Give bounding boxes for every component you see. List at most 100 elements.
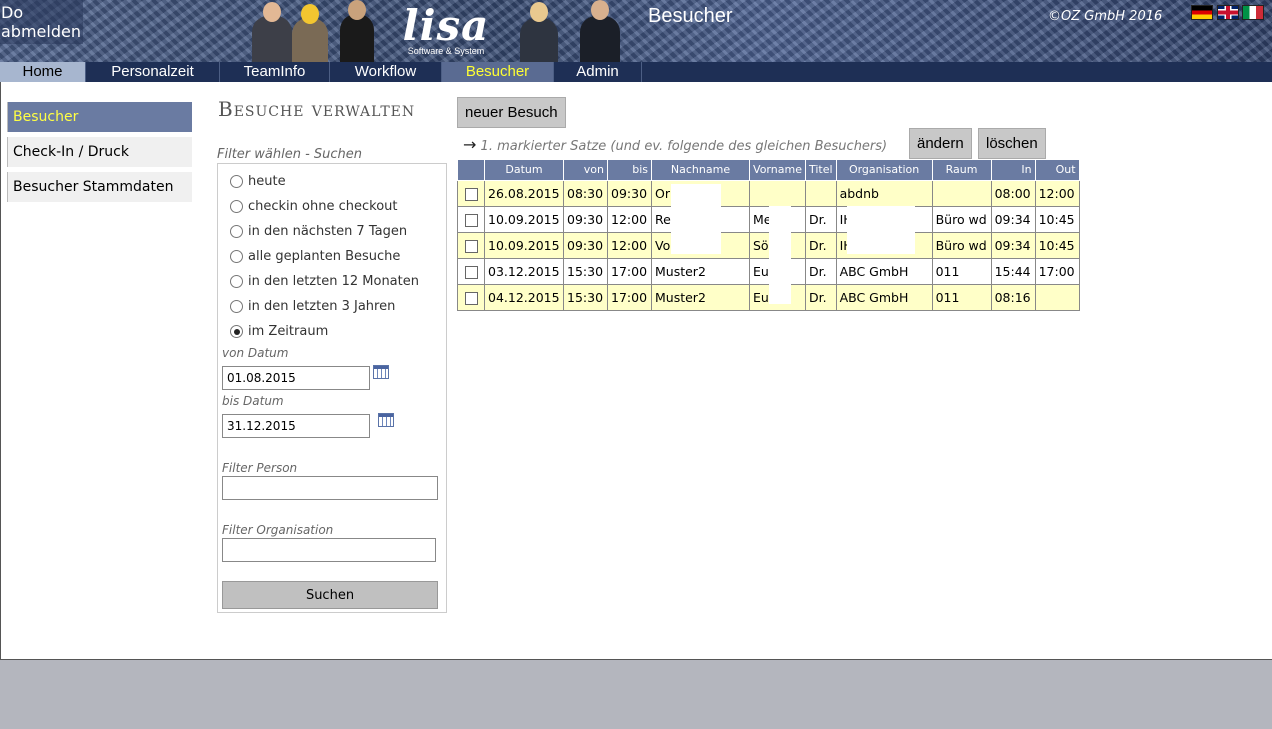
cell-titel: Dr.: [805, 283, 837, 311]
cell-in: 08:16: [990, 283, 1036, 311]
column-header-von[interactable]: von: [563, 160, 608, 181]
cell-bis: 17:00: [607, 283, 652, 311]
cell-datum: 10.09.2015: [484, 231, 564, 259]
logo-text: lisa: [402, 1, 490, 50]
person-illustration-1: [252, 2, 292, 62]
nav-personalzeit[interactable]: Personalzeit: [86, 62, 220, 82]
cell-titel: Dr.: [805, 257, 837, 285]
cell-in: 08:00: [990, 179, 1036, 207]
column-header-titel[interactable]: Titel: [805, 160, 837, 181]
cell-in: 09:34: [990, 231, 1036, 259]
cell-raum: 011: [931, 283, 992, 311]
arrow-right-icon: →: [463, 135, 477, 154]
column-header-bis[interactable]: bis: [607, 160, 652, 181]
page-heading: Besucher: [648, 5, 733, 27]
cell-nachname: Muster2: [651, 257, 750, 285]
filter-option-label: in den letzten 3 Jahren: [248, 299, 396, 314]
from-date-input[interactable]: [222, 366, 370, 390]
flag-it-icon[interactable]: [1242, 5, 1264, 20]
calendar-icon[interactable]: [378, 413, 394, 427]
nav-admin[interactable]: Admin: [554, 62, 642, 82]
edit-button[interactable]: ändern: [909, 128, 972, 159]
filter-option-label: alle geplanten Besuche: [248, 249, 401, 264]
nav-teaminfo[interactable]: TeamInfo: [220, 62, 330, 82]
selection-hint-text: 1. markierter Satze (und ev. folgende de…: [480, 139, 888, 154]
cell-titel: [805, 179, 837, 207]
cell-organisation: ABC GmbH: [835, 283, 933, 311]
radio-selected-icon[interactable]: [230, 325, 243, 338]
column-header-raum[interactable]: Raum: [931, 160, 992, 181]
cell-organisation: abdnb: [835, 179, 933, 207]
from-date-label: von Datum: [222, 346, 289, 360]
cell-vorname: [749, 179, 806, 207]
cell-out: 10:45: [1034, 205, 1080, 233]
redaction-patch: [671, 184, 721, 254]
flag-de-icon[interactable]: [1191, 5, 1213, 20]
cell-out: 17:00: [1034, 257, 1080, 285]
logo-subtitle: Software & System: [407, 46, 485, 56]
cell-von: 15:30: [563, 283, 608, 311]
person-illustration-4: [520, 2, 558, 62]
cell-raum: Büro wd: [931, 231, 992, 259]
sidebar-item-checkin-druck[interactable]: Check-In / Druck: [7, 137, 192, 167]
radio-icon[interactable]: [230, 275, 243, 288]
app-header: Do abmelden lisa Software & System Besuc…: [0, 0, 1272, 62]
nav-besucher[interactable]: Besucher: [442, 62, 554, 82]
cell-von: 09:30: [563, 231, 608, 259]
nav-home[interactable]: Home: [0, 62, 86, 82]
to-date-label: bis Datum: [222, 394, 284, 408]
logout-link[interactable]: abmelden: [1, 22, 81, 41]
column-header-vorname[interactable]: Vorname: [749, 160, 806, 181]
delete-button[interactable]: löschen: [978, 128, 1046, 159]
search-button[interactable]: Suchen: [222, 581, 438, 609]
radio-icon[interactable]: [230, 175, 243, 188]
filter-option-label: heute: [248, 174, 286, 189]
to-date-input[interactable]: [222, 414, 370, 438]
column-header-datum[interactable]: Datum: [484, 160, 564, 181]
nav-workflow[interactable]: Workflow: [330, 62, 442, 82]
radio-icon[interactable]: [230, 200, 243, 213]
cell-von: 08:30: [563, 179, 608, 207]
sidebar-item-besucher-stammdaten[interactable]: Besucher Stammdaten: [7, 172, 192, 202]
filter-option-label: in den letzten 12 Monaten: [248, 274, 419, 289]
sidebar-item-besucher[interactable]: Besucher: [7, 102, 192, 132]
cell-bis: 12:00: [607, 231, 652, 259]
row-checkbox[interactable]: [464, 265, 478, 279]
column-header-nachname[interactable]: Nachname: [651, 160, 750, 181]
flag-uk-icon[interactable]: [1217, 5, 1239, 20]
filter-option-label: in den nächsten 7 Tagen: [248, 224, 408, 239]
cell-datum: 03.12.2015: [484, 257, 564, 285]
column-header-select: [457, 160, 485, 181]
main-nav: Home Personalzeit TeamInfo Workflow Besu…: [0, 62, 1272, 82]
column-header-organisation[interactable]: Organisation: [835, 160, 933, 181]
calendar-icon[interactable]: [373, 365, 389, 379]
cell-out: [1034, 283, 1080, 311]
row-checkbox[interactable]: [464, 187, 478, 201]
column-header-in[interactable]: In: [990, 160, 1036, 181]
section-title: Besuche verwalten: [218, 97, 416, 121]
cell-nachname: Muster2: [651, 283, 750, 311]
column-header-out[interactable]: Out: [1034, 160, 1080, 181]
cell-von: 09:30: [563, 205, 608, 233]
cell-in: 15:44: [990, 257, 1036, 285]
filter-person-label: Filter Person: [222, 461, 298, 475]
cell-datum: 26.08.2015: [484, 179, 564, 207]
filter-person-input[interactable]: [222, 476, 438, 500]
radio-icon[interactable]: [230, 225, 243, 238]
row-checkbox[interactable]: [464, 291, 478, 305]
cell-bis: 12:00: [607, 205, 652, 233]
filter-organisation-label: Filter Organisation: [222, 523, 334, 537]
lisa-logo: lisa Software & System: [396, 1, 496, 60]
cell-bis: 17:00: [607, 257, 652, 285]
cell-titel: Dr.: [805, 205, 837, 233]
cell-out: 12:00: [1034, 179, 1080, 207]
filter-organisation-input[interactable]: [222, 538, 436, 562]
new-visit-button[interactable]: neuer Besuch: [457, 97, 566, 128]
table-row[interactable]: 26.08.2015 08:30 09:30 Or date abdnb 08:…: [457, 179, 1080, 207]
cell-von: 15:30: [563, 257, 608, 285]
radio-icon[interactable]: [230, 300, 243, 313]
row-checkbox[interactable]: [464, 239, 478, 253]
row-checkbox[interactable]: [464, 213, 478, 227]
radio-icon[interactable]: [230, 250, 243, 263]
filter-option-label: im Zeitraum: [248, 324, 329, 339]
